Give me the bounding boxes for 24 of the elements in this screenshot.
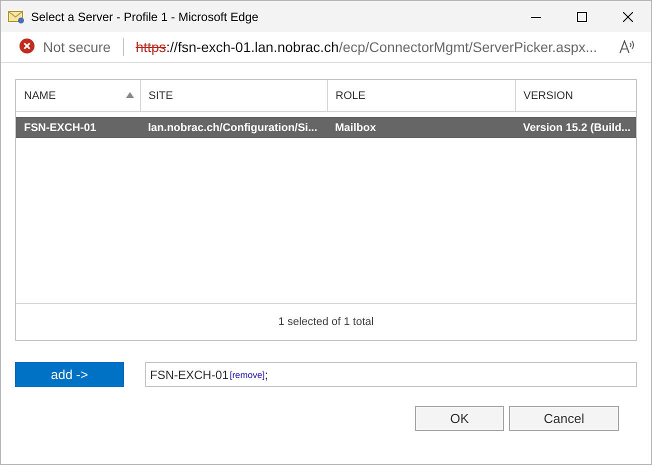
add-button[interactable]: add ->: [15, 362, 124, 387]
column-header[interactable]: ROLE: [327, 80, 515, 112]
ok-button[interactable]: OK: [415, 406, 504, 431]
column-header[interactable]: NAME: [16, 80, 140, 112]
table-cell[interactable]: Version 15.2 (Build...: [515, 117, 636, 138]
separator-text: ;: [264, 368, 268, 382]
address-url[interactable]: https://fsn-exch-01.lan.nobrac.ch/ecp/ConnectorMgmt/ServerPicker.aspx...: [136, 39, 619, 55]
maximize-icon[interactable]: [577, 12, 587, 22]
table-cell[interactable]: lan.nobrac.ch/Configuration/Si...: [140, 117, 327, 138]
cancel-button[interactable]: Cancel: [509, 406, 619, 431]
read-aloud-icon[interactable]: [619, 40, 635, 54]
security-label[interactable]: Not secure: [43, 39, 111, 55]
table-cell[interactable]: FSN-EXCH-01: [16, 117, 140, 138]
column-header[interactable]: SITE: [140, 80, 327, 112]
envelope-icon: [8, 10, 25, 24]
selection-count: 1 selected of 1 total: [16, 303, 636, 340]
close-icon[interactable]: [623, 12, 633, 22]
remove-link[interactable]: [remove]: [230, 370, 265, 380]
selected-servers-field[interactable]: FSN-EXCH-01[remove];: [145, 362, 637, 387]
column-header[interactable]: VERSION: [515, 80, 636, 112]
table-cell[interactable]: Mailbox: [327, 117, 515, 138]
error-icon[interactable]: [19, 38, 35, 54]
selected-server-name: FSN-EXCH-01: [150, 368, 229, 382]
window-title: Select a Server - Profile 1 - Microsoft Edge: [31, 10, 260, 24]
